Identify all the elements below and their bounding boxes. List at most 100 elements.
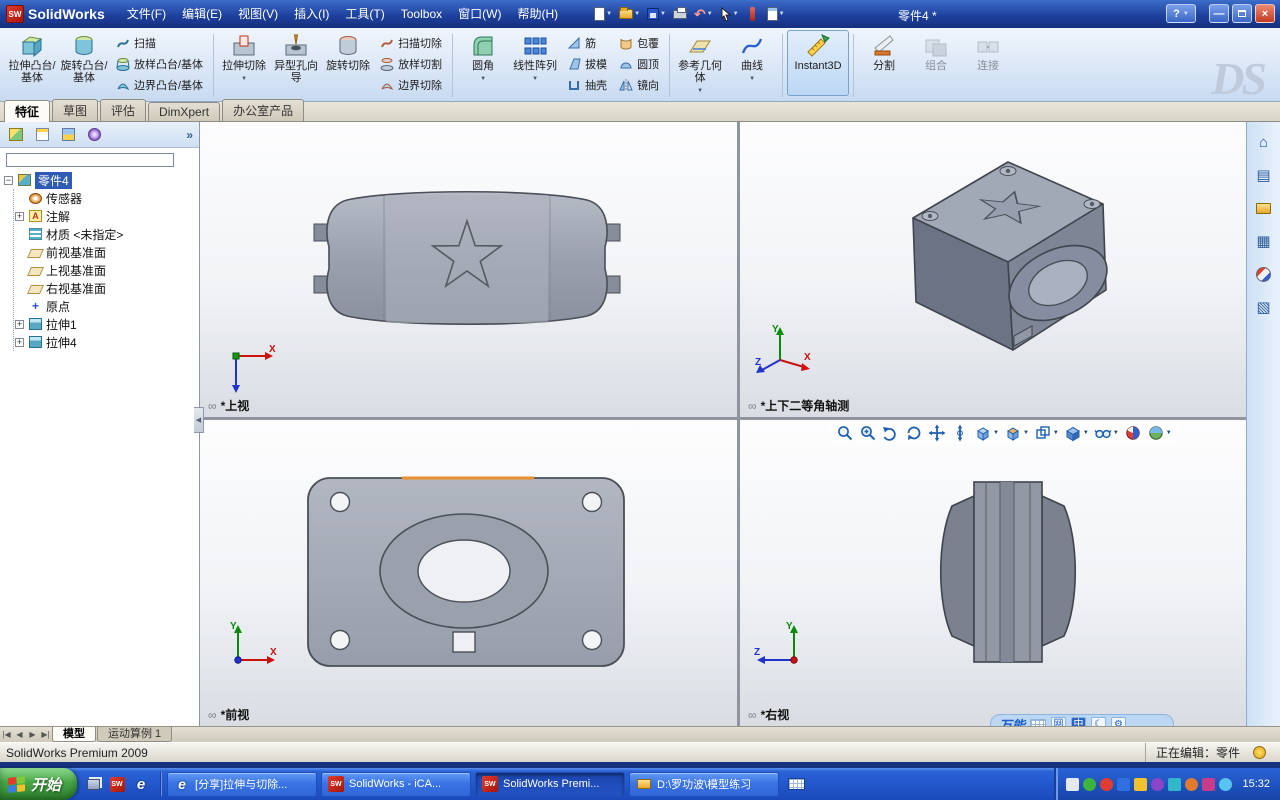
propertymanager-tab-icon[interactable] <box>30 125 54 145</box>
tray-icon[interactable] <box>1066 777 1080 791</box>
tray-icon[interactable] <box>1117 777 1131 791</box>
ime-lang-chip[interactable]: 中 <box>1071 717 1087 726</box>
pan-icon[interactable] <box>928 424 946 442</box>
previous-view-icon[interactable] <box>882 424 900 442</box>
rib-button[interactable]: 筋 <box>563 34 611 52</box>
boundary-cut-button[interactable]: 边界切除 <box>376 76 446 94</box>
tray-icon[interactable] <box>1134 777 1148 791</box>
collapse-icon[interactable]: − <box>4 175 13 185</box>
configurationmanager-tab-icon[interactable] <box>56 125 80 145</box>
tree-item-material[interactable]: 材质 <未指定> <box>15 225 199 243</box>
mirror-button[interactable]: 镜向 <box>615 76 663 94</box>
viewport-isometric[interactable]: Y X Z ∞ *上下二等角轴测 <box>740 122 1246 417</box>
options-sheet-icon[interactable]: ▼ <box>765 4 787 24</box>
loft-cut-button[interactable]: 放样切割 <box>376 55 446 73</box>
tree-item-extrude1[interactable]: + 拉伸1 <box>15 315 199 333</box>
tree-item-top-plane[interactable]: 上视基准面 <box>15 261 199 279</box>
view-orientation-icon[interactable]: ▼ <box>1034 424 1059 442</box>
viewport-top-view[interactable]: X ∞ *上视 <box>200 122 737 417</box>
menu-window[interactable]: 窗口(W) <box>450 0 509 28</box>
roll-view-icon[interactable] <box>951 424 969 442</box>
appearances-scenes-icon[interactable] <box>1251 261 1277 287</box>
loft-boss-button[interactable]: 放样凸台/基体 <box>112 55 207 73</box>
combine-button[interactable]: 组合 <box>910 30 962 73</box>
custom-properties-icon[interactable]: ▧ <box>1251 294 1277 320</box>
viewport-splitter-vertical[interactable] <box>737 122 740 726</box>
shell-button[interactable]: 抽壳 <box>563 76 611 94</box>
part-top-view[interactable] <box>312 184 622 334</box>
tab-scroll-last-icon[interactable]: ▶| <box>39 730 52 739</box>
revolve-cut-button[interactable]: 旋转切除 <box>322 30 374 73</box>
tab-model[interactable]: 模型 <box>52 727 96 742</box>
home-resources-icon[interactable]: ⌂ <box>1251 129 1277 155</box>
tray-icon[interactable] <box>1151 777 1165 791</box>
tab-sketch[interactable]: 草图 <box>52 99 99 121</box>
rotate-view-icon[interactable] <box>905 424 923 442</box>
ime-keyboard-icon[interactable] <box>1030 718 1047 726</box>
tray-icon[interactable] <box>1100 777 1114 791</box>
print-icon[interactable] <box>671 4 689 24</box>
tab-scroll-first-icon[interactable]: |◀ <box>0 730 13 739</box>
taskbar-task-solidworks-ica[interactable]: SW SolidWorks - iCA... <box>321 771 472 797</box>
part-front-view[interactable] <box>306 476 626 672</box>
extrude-cut-button[interactable]: 拉伸切除 ▼ <box>218 30 270 86</box>
tab-evaluate[interactable]: 评估 <box>100 99 147 121</box>
part-isometric-view[interactable] <box>868 140 1140 375</box>
expand-icon[interactable]: + <box>15 211 24 221</box>
reference-geometry-button[interactable]: 参考几何体 ▼ <box>674 30 726 98</box>
join-button[interactable]: 连接 <box>962 30 1014 73</box>
undo-icon[interactable]: ↶ ▼ <box>692 4 715 24</box>
menu-toolbox[interactable]: Toolbox <box>393 0 450 28</box>
taskbar-task-folder[interactable]: D:\罗功波\模型练习 <box>629 771 780 797</box>
edit-appearance-icon[interactable] <box>1124 424 1142 442</box>
dimxpertmanager-tab-icon[interactable] <box>82 125 106 145</box>
extrude-boss-button[interactable]: 拉伸凸台/基体 <box>6 30 58 85</box>
open-icon[interactable]: ▼ <box>617 4 642 24</box>
hide-show-items-icon[interactable]: ▼ <box>1094 424 1119 442</box>
viewport-right-view[interactable]: Y Z ∞ *右视 <box>740 420 1246 726</box>
menu-file[interactable]: 文件(F) <box>119 0 174 28</box>
minimize-button[interactable]: — <box>1209 4 1229 23</box>
display-style-icon[interactable]: ▼ <box>1064 424 1089 442</box>
help-button[interactable]: ? ▼ <box>1166 4 1196 23</box>
tray-icon[interactable] <box>1083 777 1097 791</box>
design-library-icon[interactable]: ▤ <box>1251 162 1277 188</box>
new-document-icon[interactable]: ▼ <box>592 4 614 24</box>
solidworks-quicklaunch-icon[interactable]: SW <box>107 774 127 794</box>
taskbar-task-browser[interactable]: e [分享]拉伸与切除... <box>167 771 318 797</box>
viewport-splitter-horizontal[interactable] <box>200 417 1246 420</box>
hole-wizard-button[interactable]: 异型孔向导 <box>270 30 322 85</box>
tab-features[interactable]: 特征 <box>4 100 51 122</box>
tab-dimxpert[interactable]: DimXpert <box>148 102 221 121</box>
sweep-cut-button[interactable]: 扫描切除 <box>376 34 446 52</box>
ime-web-chip[interactable]: 网 <box>1051 717 1067 726</box>
sweep-button[interactable]: 扫描 <box>112 34 207 52</box>
split-button[interactable]: 分割 <box>858 30 910 73</box>
view-palette-icon[interactable]: ▦ <box>1251 228 1277 254</box>
curves-button[interactable]: 曲线 ▼ <box>726 30 778 86</box>
ime-name[interactable]: 万能 <box>999 715 1025 727</box>
restore-button[interactable] <box>1232 4 1252 23</box>
tray-icon[interactable] <box>1168 777 1182 791</box>
taskbar-clock[interactable]: 15:32 <box>1242 778 1270 790</box>
ie-quicklaunch-icon[interactable]: e <box>131 774 151 794</box>
menu-view[interactable]: 视图(V) <box>230 0 286 28</box>
instant3d-button[interactable]: Instant3D <box>787 30 850 96</box>
tree-item-origin[interactable]: + 原点 <box>15 297 199 315</box>
tree-item-sensors[interactable]: 传感器 <box>15 189 199 207</box>
feature-filter-input[interactable] <box>6 153 174 167</box>
zoom-area-icon[interactable] <box>859 424 877 442</box>
tray-icon[interactable] <box>1185 777 1199 791</box>
expand-icon[interactable]: + <box>15 319 24 329</box>
ime-settings-icon[interactable]: ⚙ <box>1111 717 1127 726</box>
select-cursor-icon[interactable]: ▼ <box>718 4 741 24</box>
zoom-fit-icon[interactable] <box>836 424 854 442</box>
status-tip-icon[interactable] <box>1253 746 1266 759</box>
taskbar-ime-icon[interactable] <box>784 773 808 795</box>
save-icon[interactable]: ▼ <box>645 4 668 24</box>
close-button[interactable]: × <box>1255 4 1275 23</box>
fillet-button[interactable]: 圆角 ▼ <box>457 30 509 86</box>
featuremanager-tab-icon[interactable] <box>4 125 28 145</box>
viewport-front-view[interactable]: Y X ∞ *前视 <box>200 420 737 726</box>
tree-root-part[interactable]: − 零件4 <box>4 171 199 189</box>
